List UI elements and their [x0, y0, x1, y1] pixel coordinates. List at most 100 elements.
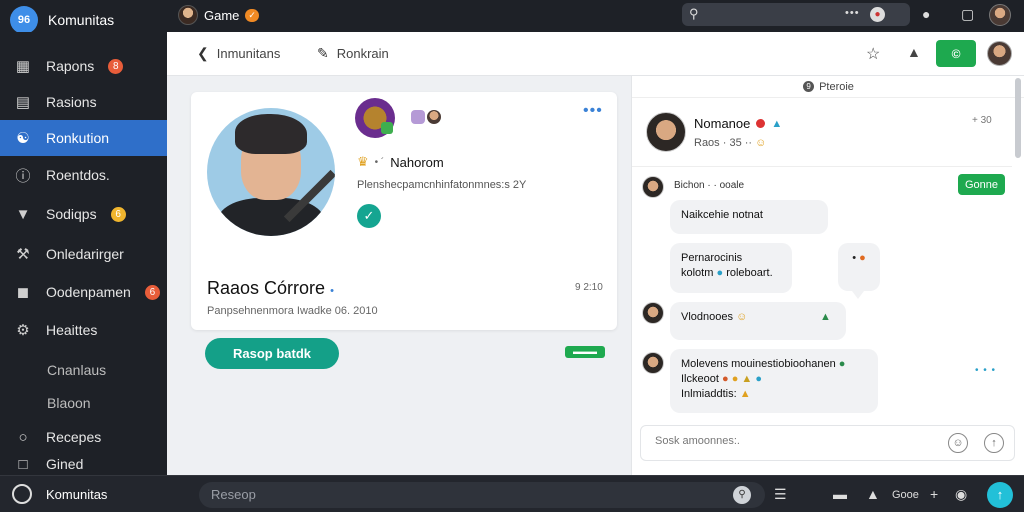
status-dot-icon [756, 119, 766, 128]
chat-header-badge: 9 [803, 81, 815, 92]
chat-header: 9 Pteroie [632, 76, 1024, 98]
sidebar-item-label: Heaittes [46, 322, 98, 338]
message-word: Inlmiaddtis: [681, 388, 737, 400]
bell-icon[interactable]: ▲ [866, 486, 880, 502]
window-square-icon[interactable]: ▢ [961, 6, 974, 23]
name-mark: • ´ [374, 156, 385, 168]
edit-icon: ✎ [317, 45, 329, 61]
sidebar-item-label: Oodenpamen [46, 284, 131, 300]
message-avatar[interactable] [642, 352, 664, 374]
upload-icon[interactable]: ▲ [907, 44, 921, 60]
edit-button-label: Ronkrain [336, 46, 389, 61]
game-tab[interactable]: Game ✓ [178, 5, 259, 25]
sidebar-item-onledarirger[interactable]: ⚒ Onledarirger [0, 236, 167, 272]
smile-icon: ☺ [755, 137, 767, 149]
message-bubble: Vlodnooes ☺ ▲ [670, 302, 846, 340]
message-avatar[interactable] [642, 302, 664, 324]
top-bar: 96 Komunitas Game ✓ ⚲ ••• ● ● ▢ [0, 0, 1024, 34]
sidebar-item-recepes[interactable]: ○ Recepes [0, 419, 167, 455]
chat-panel: 9 Pteroie Nomanoe ▲ Raos · 35 ·· ☺ + 30 … [631, 76, 1024, 475]
settings-circle-icon[interactable]: ◉ [955, 486, 967, 503]
chat-user-name-row: Nomanoe ▲ [694, 116, 782, 131]
send-icon[interactable]: ↑ [984, 433, 1004, 453]
chat-header-label: Pteroie [819, 80, 854, 93]
filter-icon: ▼ [15, 205, 31, 223]
sidebar-item-label: Rasions [46, 94, 97, 110]
primary-action-button[interactable]: © [936, 40, 976, 67]
more-options-icon[interactable]: ••• [583, 102, 603, 120]
chat-user-avatar[interactable] [646, 112, 686, 152]
card-number: 9 2:10 [575, 282, 603, 293]
sidebar-item-label: Recepes [46, 429, 102, 445]
sidebar-badge: 6 [144, 284, 160, 300]
menu-icon[interactable]: ☰ [774, 486, 787, 503]
toolbar-avatar[interactable] [987, 41, 1012, 66]
chat-add-button[interactable]: + 30 [972, 115, 992, 126]
back-arrow-icon: ❮ [197, 45, 209, 61]
chat-input-box[interactable]: ☺ ↑ [640, 425, 1015, 461]
chat-user-status: Raos · 35 ·· ☺ [694, 137, 766, 149]
verified-check-icon[interactable]: ✓ [357, 204, 381, 228]
add-icon[interactable]: + [930, 486, 938, 502]
avatar-body [217, 198, 325, 236]
back-button-label: Inmunitans [216, 46, 281, 61]
emoji-icon: ● [731, 373, 739, 385]
message-word: kolotm [681, 267, 714, 279]
chat-status-text: Raos · 35 ·· [694, 137, 753, 149]
box-icon: □ [18, 455, 28, 473]
join-button[interactable]: Gonne [958, 174, 1005, 195]
sidebar-item-oodenpamen[interactable]: ◼ Oodenpamen 6 [0, 274, 167, 310]
bottom-brand-label: Komunitas [46, 486, 108, 502]
divider [632, 166, 1012, 167]
bottom-search-input[interactable] [211, 487, 691, 502]
chat-icon[interactable]: ▬ [833, 486, 847, 502]
sidebar-item-blaoon[interactable]: Blaoon [0, 385, 167, 421]
sidebar-item-roentdos[interactable]: ⓘ Roentdos. [0, 157, 167, 193]
notification-icon[interactable]: ● [922, 6, 930, 22]
back-button[interactable]: ❮ Inmunitans [197, 45, 280, 62]
bottom-brand[interactable]: Komunitas [12, 484, 107, 504]
search-clear-icon[interactable]: ● [870, 7, 885, 22]
reaction-bubble[interactable]: • ● [838, 243, 880, 299]
sidebar-item-cnanlaus[interactable]: Cnanlaus [0, 352, 167, 388]
edit-button[interactable]: ✎ Ronkrain [317, 45, 389, 62]
wrench-icon: ⚒ [16, 246, 30, 263]
message-avatar[interactable] [642, 176, 664, 198]
top-search-field[interactable]: ⚲ ••• ● [682, 3, 910, 26]
search-go-icon[interactable]: ⚲ [733, 486, 751, 504]
card-title-text: Raaos Córrore [207, 278, 326, 298]
floating-action-button[interactable]: ↑ [987, 482, 1013, 508]
favorite-star-icon[interactable]: ☆ [866, 44, 880, 64]
user-avatar[interactable] [989, 4, 1011, 26]
chip-icon[interactable] [411, 110, 425, 124]
chat-message-input[interactable] [655, 435, 935, 447]
status-tag: ▬▬▬ [565, 346, 605, 358]
sidebar-item-rapons[interactable]: ▦ Rapons 8 [0, 48, 167, 84]
sidebar-item-ronkution[interactable]: ☯ Ronkution [0, 120, 167, 156]
guild-badge-icon [381, 122, 393, 134]
game-icon: ▲ [771, 117, 783, 130]
friend-avatar[interactable] [427, 110, 441, 124]
profile-name: Nahorom [390, 154, 444, 170]
sidebar-item-rasions[interactable]: ▤ Rasions [0, 84, 167, 120]
brand[interactable]: 96 Komunitas [10, 6, 114, 34]
chat-user-name: Nomanoe [694, 116, 751, 131]
profile-card: ••• ♛ • ´ Nahorom Plenshecpamcnhinfatonm… [191, 92, 617, 330]
sidebar-item-label: Onledarirger [46, 246, 124, 262]
card-title: Raaos Córrore • [207, 278, 334, 299]
chat-scrollbar[interactable] [1015, 78, 1021, 158]
sidebar-item-label: Sodiqps [46, 206, 97, 222]
bottom-search-field[interactable]: ⚲ [199, 482, 765, 508]
sidebar-item-sodiqps[interactable]: ▼ Sodiqps 6 [0, 196, 167, 232]
search-more-icon[interactable]: ••• [845, 7, 860, 19]
bottom-label[interactable]: Gooe [892, 489, 919, 501]
gear-icon: ⚙ [16, 322, 30, 339]
sidebar-item-heaittes[interactable]: ⚙ Heaittes [0, 312, 167, 348]
sidebar-badge: 6 [110, 206, 126, 222]
sidebar-item-gined[interactable]: □ Gined [0, 453, 167, 475]
card-meta: Panpsehnenmora Iwadke 06. 2010 [207, 305, 378, 317]
primary-button[interactable]: Rasop batdk [205, 338, 339, 369]
profile-subtitle: Plenshecpamcnhinfatonmnes:s 2Y [357, 179, 527, 191]
message-line: Inlmiaddtis: ▲ [681, 387, 867, 402]
emoji-picker-icon[interactable]: ☺ [948, 433, 968, 453]
